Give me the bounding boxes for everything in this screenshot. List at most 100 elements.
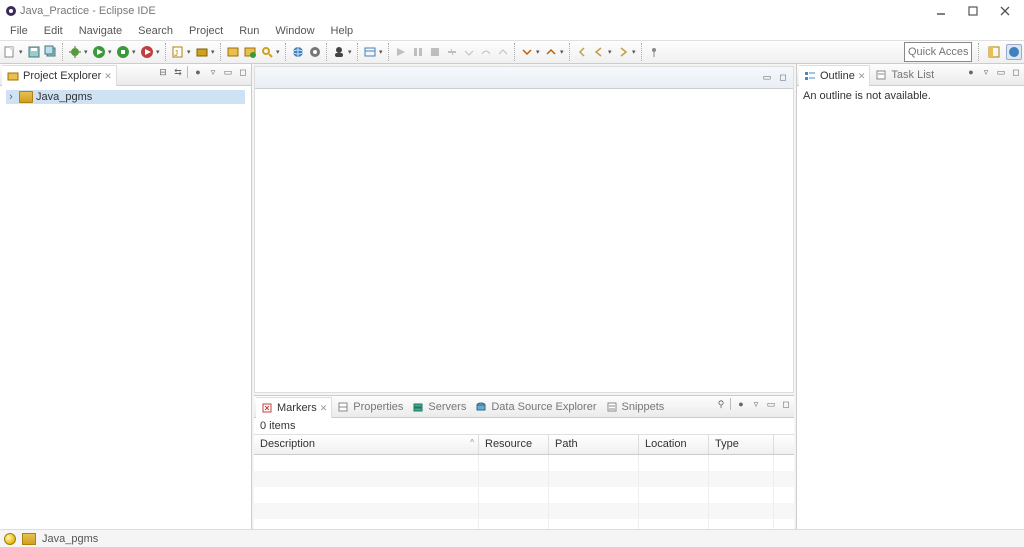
pin-editor-button[interactable] — [646, 44, 662, 60]
toggle-breadcrumb-button[interactable] — [362, 44, 378, 60]
editor-area[interactable]: ▭ ◻ — [254, 66, 794, 393]
search-dropdown[interactable]: ▾ — [276, 48, 282, 56]
open-type-button[interactable] — [225, 44, 241, 60]
step-return-button[interactable] — [495, 44, 511, 60]
resume-button[interactable] — [393, 44, 409, 60]
back-button[interactable] — [591, 44, 607, 60]
new-java-button[interactable]: J — [170, 44, 186, 60]
suspend-button[interactable] — [410, 44, 426, 60]
open-perspective-button[interactable] — [986, 44, 1002, 60]
step-over-button[interactable] — [478, 44, 494, 60]
maximize-view-icon[interactable]: ◻ — [780, 398, 792, 410]
next-ann-dropdown[interactable]: ▾ — [536, 48, 542, 56]
col-path[interactable]: Path — [549, 435, 639, 454]
open-task-button[interactable] — [242, 44, 258, 60]
window-titlebar: Java_Practice - Eclipse IDE — [0, 0, 1024, 22]
col-description[interactable]: Description — [254, 435, 479, 454]
collapse-all-icon[interactable]: ⊟ — [157, 66, 169, 78]
debug-button[interactable] — [67, 44, 83, 60]
tab-label: Snippets — [622, 401, 665, 413]
link-editor-icon[interactable]: ⇆ — [172, 66, 184, 78]
col-type[interactable]: Type — [709, 435, 774, 454]
save-all-button[interactable] — [43, 44, 59, 60]
minimize-button[interactable] — [934, 4, 948, 18]
expander-icon[interactable]: › — [6, 91, 16, 103]
menu-navigate[interactable]: Navigate — [71, 25, 130, 37]
project-explorer-tabbar: Project Explorer ✕ ⊟ ⇆ ● ▿ ▭ ◻ — [0, 64, 251, 86]
focus-task-icon[interactable]: ● — [192, 66, 204, 78]
view-menu-icon[interactable]: ▿ — [207, 66, 219, 78]
team-button[interactable] — [331, 44, 347, 60]
menu-edit[interactable]: Edit — [36, 25, 71, 37]
new-dropdown[interactable]: ▾ — [19, 48, 25, 56]
menu-help[interactable]: Help — [323, 25, 362, 37]
run-last-button[interactable] — [139, 44, 155, 60]
minimize-view-icon[interactable]: ▭ — [765, 398, 777, 410]
close-icon[interactable]: ✕ — [320, 403, 328, 414]
prev-ann-dropdown[interactable]: ▾ — [560, 48, 566, 56]
focus-icon[interactable]: ● — [735, 398, 747, 410]
tab-servers[interactable]: Servers — [407, 396, 470, 417]
disconnect-button[interactable] — [444, 44, 460, 60]
new-button[interactable] — [2, 44, 18, 60]
run-dropdown[interactable]: ▾ — [108, 48, 114, 56]
prev-annotation-button[interactable] — [543, 44, 559, 60]
tip-icon[interactable] — [4, 533, 16, 545]
tab-snippets[interactable]: Snippets — [601, 396, 669, 417]
tab-task-list[interactable]: Task List — [870, 64, 938, 85]
debug-dropdown[interactable]: ▾ — [84, 48, 90, 56]
minimize-view-icon[interactable]: ▭ — [222, 66, 234, 78]
maximize-button[interactable] — [966, 4, 980, 18]
coverage-dropdown[interactable]: ▾ — [132, 48, 138, 56]
search-button[interactable] — [259, 44, 275, 60]
forward-dropdown[interactable]: ▾ — [632, 48, 638, 56]
breadcrumb-dropdown[interactable]: ▾ — [379, 48, 385, 56]
maximize-view-icon[interactable]: ◻ — [237, 66, 249, 78]
tab-outline[interactable]: Outline ✕ — [799, 65, 870, 86]
close-icon[interactable]: ✕ — [104, 71, 112, 82]
view-menu-icon[interactable]: ▿ — [750, 398, 762, 410]
maximize-editor-icon[interactable]: ◻ — [777, 72, 789, 84]
filter-icon[interactable]: ⚲ — [715, 398, 727, 410]
coverage-button[interactable] — [115, 44, 131, 60]
menu-project[interactable]: Project — [181, 25, 231, 37]
next-annotation-button[interactable] — [519, 44, 535, 60]
project-explorer-body[interactable]: › Java_pgms — [0, 86, 251, 529]
close-icon[interactable]: ✕ — [858, 71, 866, 82]
step-into-button[interactable] — [461, 44, 477, 60]
run-last-dropdown[interactable]: ▾ — [156, 48, 162, 56]
close-button[interactable] — [998, 4, 1012, 18]
menu-search[interactable]: Search — [130, 25, 181, 37]
maximize-view-icon[interactable]: ◻ — [1010, 66, 1022, 78]
team-dropdown[interactable]: ▾ — [348, 48, 354, 56]
col-resource[interactable]: Resource — [479, 435, 549, 454]
last-edit-button[interactable] — [574, 44, 590, 60]
tab-properties[interactable]: Properties — [332, 396, 407, 417]
tree-item-root[interactable]: › Java_pgms — [6, 90, 245, 104]
toolbar-separator — [569, 43, 571, 61]
web-browser-button[interactable] — [290, 44, 306, 60]
bookmark-button[interactable] — [307, 44, 323, 60]
tab-markers[interactable]: Markers ✕ — [256, 397, 332, 418]
new-java-dropdown[interactable]: ▾ — [187, 48, 193, 56]
menu-run[interactable]: Run — [231, 25, 267, 37]
menu-window[interactable]: Window — [267, 25, 322, 37]
quick-access-input[interactable] — [904, 42, 972, 62]
new-package-button[interactable] — [194, 44, 210, 60]
terminate-button[interactable] — [427, 44, 443, 60]
view-menu-icon[interactable]: ▿ — [980, 66, 992, 78]
save-button[interactable] — [26, 44, 42, 60]
tab-project-explorer[interactable]: Project Explorer ✕ — [2, 65, 117, 86]
minimize-view-icon[interactable]: ▭ — [995, 66, 1007, 78]
forward-button[interactable] — [615, 44, 631, 60]
col-location[interactable]: Location — [639, 435, 709, 454]
back-dropdown[interactable]: ▾ — [608, 48, 614, 56]
minimize-editor-icon[interactable]: ▭ — [761, 72, 773, 84]
focus-icon[interactable]: ● — [965, 66, 977, 78]
tab-data-source-explorer[interactable]: Data Source Explorer — [470, 396, 600, 417]
run-button[interactable] — [91, 44, 107, 60]
markers-table-body[interactable] — [254, 455, 794, 529]
javaee-perspective-button[interactable] — [1006, 44, 1022, 60]
new-package-dropdown[interactable]: ▾ — [211, 48, 217, 56]
menu-file[interactable]: File — [2, 25, 36, 37]
